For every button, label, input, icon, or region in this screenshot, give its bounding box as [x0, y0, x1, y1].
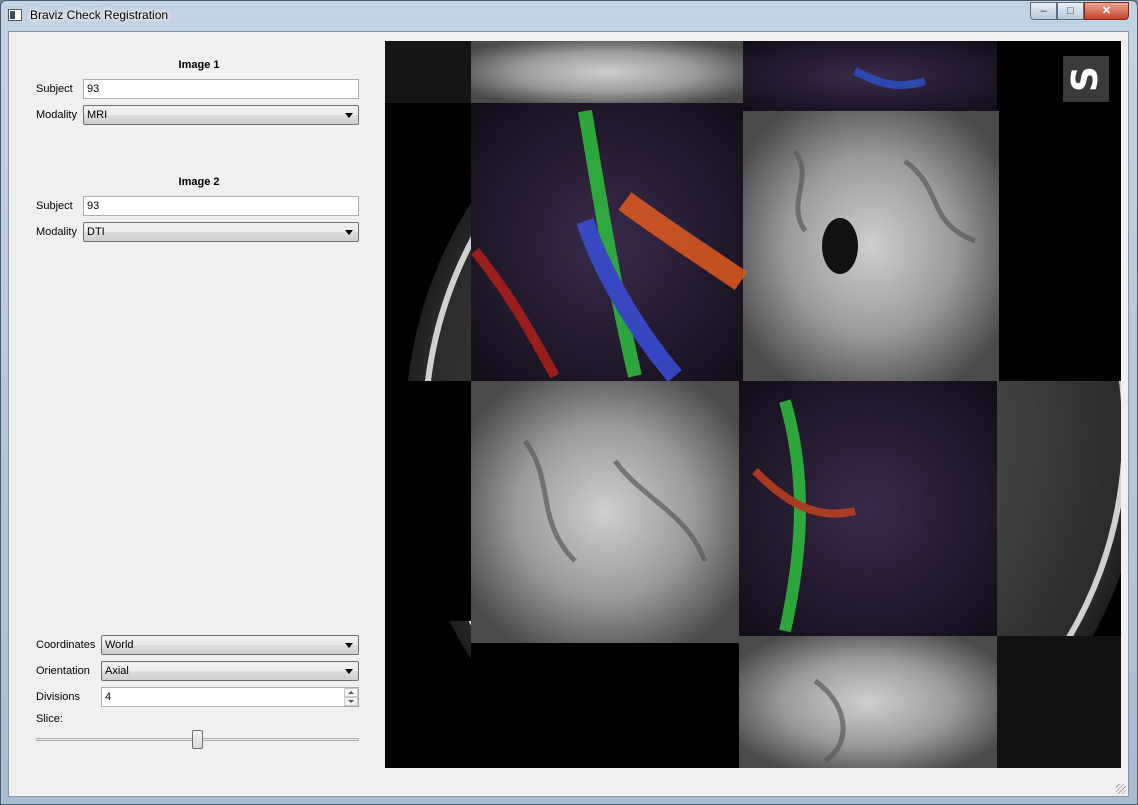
divisions-label: Divisions — [36, 691, 81, 703]
orientation-select[interactable]: Axial — [101, 661, 359, 681]
divisions-spinbox[interactable]: 4 — [101, 687, 359, 707]
image1-modality-label: Modality — [36, 109, 77, 121]
chevron-down-icon — [345, 230, 353, 235]
tile-r2c0 — [385, 381, 471, 621]
app-window: Braviz Check Registration – □ ✕ Image 1 … — [0, 0, 1138, 805]
chevron-down-icon — [345, 669, 353, 674]
image2-subject-label: Subject — [36, 200, 73, 212]
client-area: Image 1 Subject 93 Modality MRI Image 2 … — [8, 31, 1129, 797]
image1-modality-select[interactable]: MRI — [83, 105, 359, 125]
arrow-down-icon — [348, 700, 354, 703]
image1-modality-value: MRI — [87, 109, 108, 121]
tile-r3c2 — [739, 636, 997, 768]
tile-r1c3 — [999, 111, 1121, 381]
image1-subject-field[interactable]: 93 — [83, 79, 359, 99]
tile-r2c1 — [471, 381, 739, 643]
slice-label: Slice: — [36, 713, 63, 725]
resize-grip[interactable] — [1116, 784, 1126, 794]
image1-header: Image 1 — [178, 59, 220, 71]
tile-r0c0 — [385, 41, 471, 103]
chevron-down-icon — [345, 113, 353, 118]
tile-r2c2 — [739, 381, 997, 636]
registration-viewer[interactable]: S — [385, 41, 1121, 768]
image1-subject-label: Subject — [36, 83, 73, 95]
title-bar[interactable]: Braviz Check Registration – □ ✕ — [1, 1, 1137, 31]
spin-down-button[interactable] — [344, 697, 358, 706]
orientation-label: Orientation — [36, 665, 90, 677]
image2-modality-select[interactable]: DTI — [83, 222, 359, 242]
spin-buttons — [344, 688, 358, 706]
close-button[interactable]: ✕ — [1084, 2, 1129, 20]
tile-r3c1 — [471, 643, 739, 768]
tile-r0c1 — [471, 41, 743, 103]
minimize-button[interactable]: – — [1030, 2, 1057, 20]
slice-slider-handle[interactable] — [192, 730, 203, 749]
maximize-button[interactable]: □ — [1057, 2, 1084, 20]
chevron-down-icon — [345, 643, 353, 648]
logo-icon: S — [1063, 56, 1109, 102]
coordinates-value: World — [105, 639, 134, 651]
coordinates-label: Coordinates — [36, 639, 96, 651]
tile-r3c3 — [997, 636, 1121, 768]
image2-modality-value: DTI — [87, 226, 105, 238]
ventricle — [822, 218, 858, 274]
tile-r1c2 — [743, 111, 999, 381]
coordinates-select[interactable]: World — [101, 635, 359, 655]
app-icon — [8, 9, 22, 21]
orientation-value: Axial — [105, 665, 129, 677]
image2-subject-field[interactable]: 93 — [83, 196, 359, 216]
image2-modality-label: Modality — [36, 226, 77, 238]
checkerboard-render — [385, 41, 1121, 768]
arrow-up-icon — [348, 691, 354, 694]
image2-header: Image 2 — [178, 176, 220, 188]
window-title: Braviz Check Registration — [30, 8, 169, 22]
spin-up-button[interactable] — [344, 688, 358, 697]
divisions-value: 4 — [105, 691, 112, 703]
